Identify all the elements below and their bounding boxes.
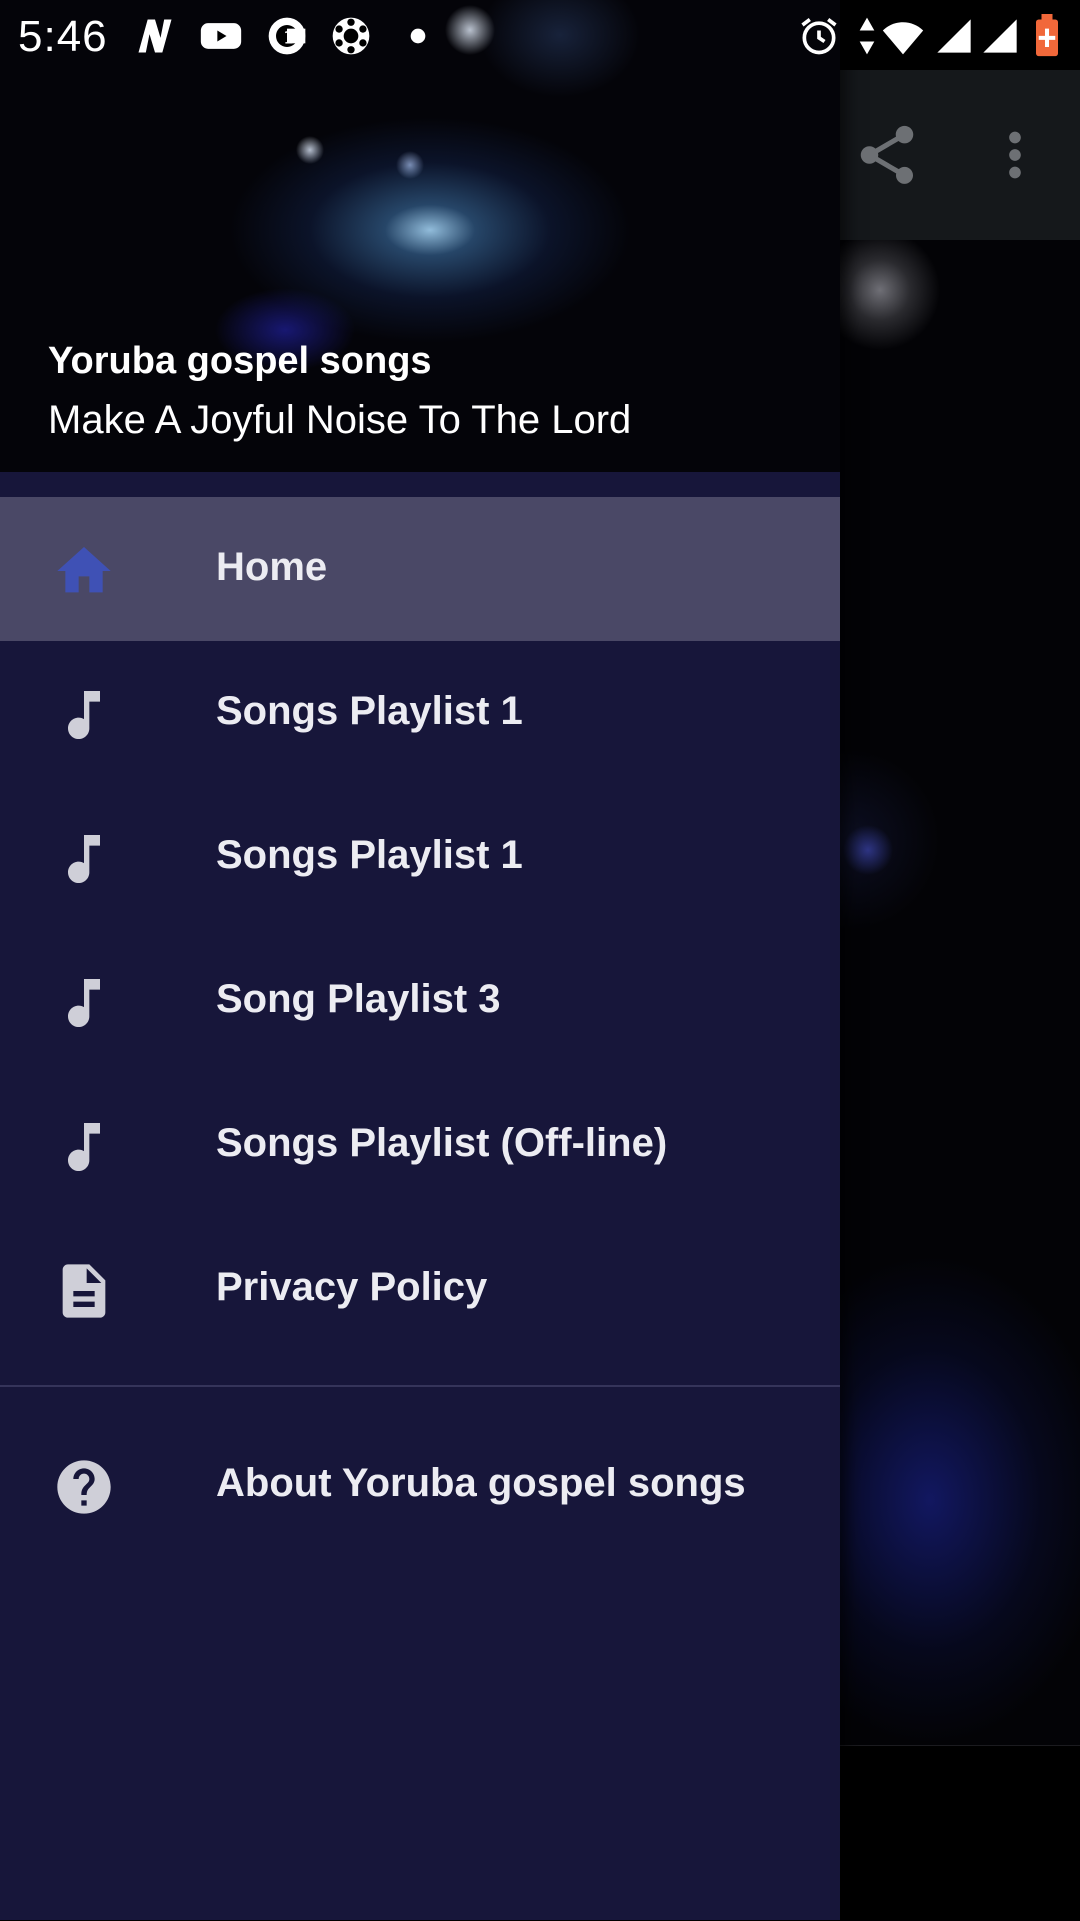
menu-item-label: Song Playlist 3 <box>216 977 501 1021</box>
navigation-drawer: Yoruba gospel songs Make A Joyful Noise … <box>0 0 840 1920</box>
menu-item-privacy-policy[interactable]: Privacy Policy <box>0 1217 840 1361</box>
help-circle-icon <box>57 1460 111 1514</box>
share-icon[interactable] <box>852 120 922 190</box>
menu-item-songs-playlist-1b[interactable]: Songs Playlist 1 <box>0 785 840 929</box>
menu-item-songs-playlist-1[interactable]: Songs Playlist 1 <box>0 641 840 785</box>
wifi-icon <box>882 22 924 55</box>
music-note-icon <box>68 1123 100 1171</box>
signal-icon <box>983 19 1017 53</box>
menu-item-songs-playlist-offline[interactable]: Songs Playlist (Off-line) <box>0 1073 840 1217</box>
menu-item-label: Songs Playlist 1 <box>216 833 523 877</box>
drawer-header-subtitle: Make A Joyful Noise To The Lord <box>48 398 632 442</box>
drawer-header: Yoruba gospel songs Make A Joyful Noise … <box>0 0 840 472</box>
signal-icon <box>937 19 971 53</box>
drawer-header-title: Yoruba gospel songs <box>48 340 432 382</box>
youtube-icon <box>200 23 242 49</box>
menu-divider <box>0 1385 840 1387</box>
music-note-icon <box>68 979 100 1027</box>
dot-icon <box>410 28 426 44</box>
status-bar: 5:46 1 <box>0 0 1080 70</box>
menu-item-label: Songs Playlist 1 <box>216 689 523 733</box>
drawer-menu: Home Songs Playlist 1 Songs Playlist 1 S… <box>0 497 840 1361</box>
menu-item-song-playlist-3[interactable]: Song Playlist 3 <box>0 929 840 1073</box>
c-app-icon: 1 <box>268 17 306 55</box>
settings-cog-icon <box>332 17 370 55</box>
music-note-icon <box>68 691 100 739</box>
svg-text:1: 1 <box>283 28 294 47</box>
menu-item-about[interactable]: About Yoruba gospel songs <box>0 1413 840 1557</box>
menu-item-label: About Yoruba gospel songs <box>216 1461 746 1505</box>
battery-charging-icon <box>1036 14 1058 57</box>
home-icon <box>57 547 111 593</box>
menu-item-label: Home <box>216 545 328 589</box>
menu-item-label: Songs Playlist (Off-line) <box>216 1121 668 1165</box>
status-time: 5:46 <box>18 12 108 61</box>
more-vert-icon[interactable] <box>980 120 1050 190</box>
menu-item-label: Privacy Policy <box>216 1265 488 1309</box>
data-arrows-icon <box>859 17 875 55</box>
n-app-icon <box>138 19 172 53</box>
document-icon <box>62 1264 106 1318</box>
alarm-icon <box>801 18 837 55</box>
music-note-icon <box>68 835 100 883</box>
menu-item-home[interactable]: Home <box>0 497 840 641</box>
